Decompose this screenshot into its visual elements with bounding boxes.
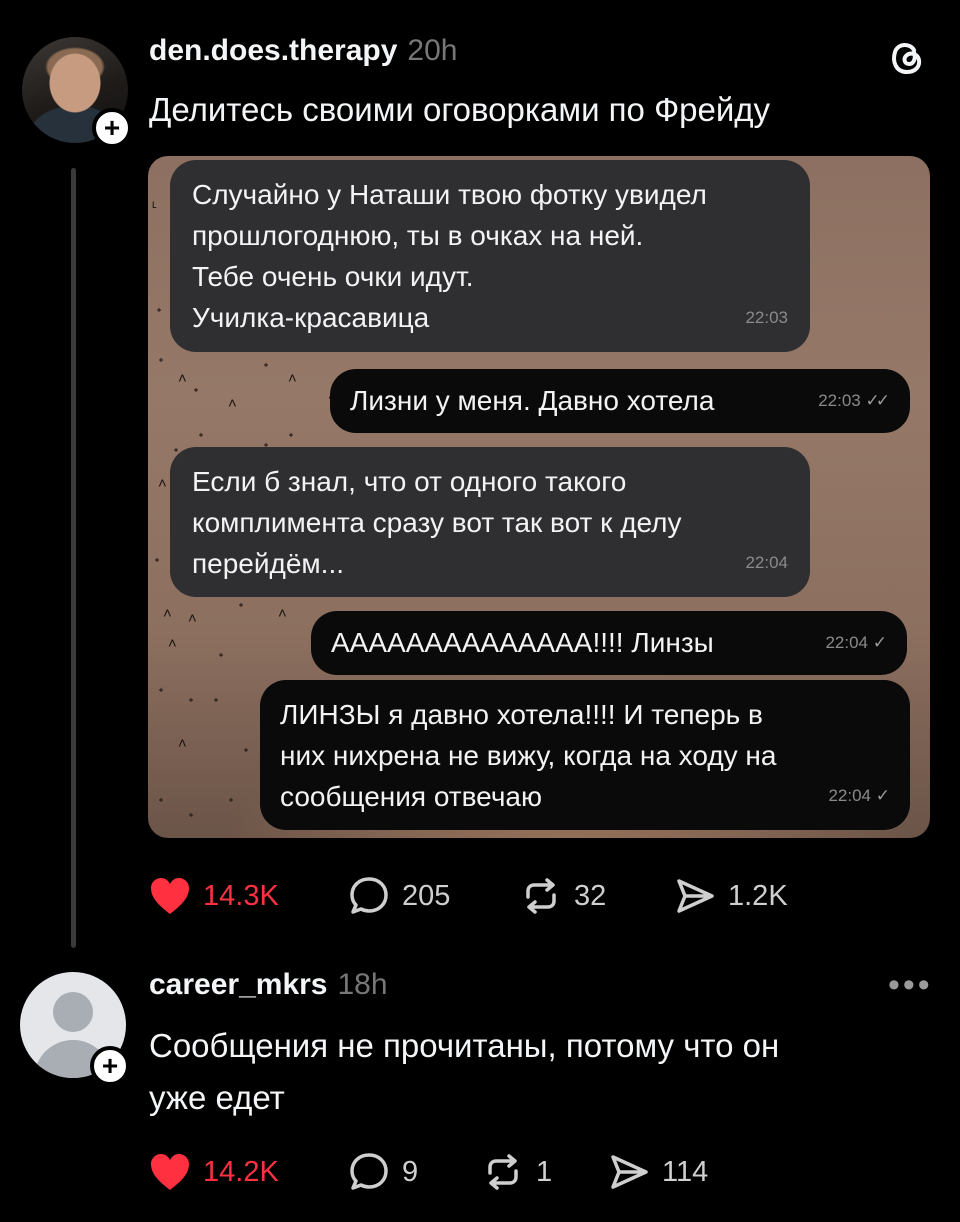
share-count: 114 — [662, 1155, 709, 1188]
post-text-line: уже едет — [149, 1079, 285, 1116]
post-header: den.does.therapy 20h — [149, 34, 457, 74]
message-line: перейдём... — [192, 548, 345, 579]
like-count: 14.2K — [203, 1155, 279, 1188]
heart-icon — [151, 878, 189, 914]
reply-count: 205 — [402, 879, 451, 912]
message-line: ЛИНЗЫ я давно хотела!!!! И теперь в — [280, 699, 763, 730]
like-button[interactable]: 14.2K — [149, 1150, 279, 1194]
chat-message-outgoing: Лизни у меня. Давно хотела 22:03 ✓✓ — [330, 369, 910, 433]
post-time: 18h — [337, 968, 388, 1001]
follow-plus-icon[interactable]: + — [90, 1046, 130, 1086]
heart-icon — [151, 1154, 189, 1190]
follow-plus-icon[interactable]: + — [92, 108, 132, 148]
repost-button[interactable]: 32 — [520, 874, 606, 918]
post-time: 20h — [407, 34, 458, 67]
share-button[interactable]: 114 — [608, 1150, 708, 1194]
like-button[interactable]: 14.3K — [149, 874, 279, 918]
message-line: Училка-красавица — [192, 302, 430, 333]
double-check-icon: ✓✓ — [865, 391, 890, 410]
username[interactable]: career_mkrs — [149, 968, 328, 1002]
share-icon — [611, 1155, 648, 1189]
post-text: Делитесь своими оговорками по Фрейду — [149, 91, 771, 128]
username[interactable]: den.does.therapy — [149, 34, 397, 68]
share-count: 1.2K — [728, 879, 788, 912]
message-line: Лизни у меня. Давно хотела — [350, 385, 715, 416]
message-line: Тебе очень очки идут. — [192, 261, 474, 292]
thread-line — [71, 168, 76, 948]
message-line: сообщения отвечаю — [280, 781, 542, 812]
reply-button[interactable]: 9 — [348, 1150, 418, 1194]
repost-count: 32 — [574, 879, 607, 912]
check-icon: ✓ — [875, 786, 890, 805]
like-count: 14.3K — [203, 879, 279, 912]
message-time: 22:04 — [828, 786, 872, 805]
message-line: комплимента сразу вот так вот к делу — [192, 507, 682, 538]
threads-logo-icon[interactable] — [884, 34, 930, 85]
chat-message-incoming: Если б знал, что от одного такого компли… — [170, 447, 810, 597]
message-line: них нихрена не вижу, когда на ходу на — [280, 740, 777, 771]
chat-screenshot-image[interactable]: ˪ ᐩ ᐩ ˄ ᐩ ˄ ᐩ ˄ ˄ ᐩ ᐩ ᐩ ᐩ ˄ ᐩ ˄ ˄ ᐩ ˄ ˄ … — [148, 156, 930, 838]
reply-button[interactable]: 205 — [348, 874, 450, 918]
message-time: 22:03 — [745, 308, 788, 327]
message-time: 22:04 — [825, 633, 869, 652]
post-header: career_mkrs 18h — [149, 968, 388, 1008]
message-line: Случайно у Наташи твою фотку увидел — [192, 179, 707, 210]
message-line: АААААААААААААА!!!! Линзы — [331, 627, 714, 658]
comment-icon — [350, 1153, 388, 1190]
message-line: прошлогоднюю, ты в очках на ней. — [192, 220, 644, 251]
repost-icon — [526, 878, 556, 914]
check-icon: ✓ — [872, 633, 887, 652]
share-button[interactable]: 1.2K — [674, 874, 788, 918]
message-time: 22:04 — [745, 553, 788, 572]
message-line: Если б знал, что от одного такого — [192, 466, 627, 497]
post-text: Сообщения не прочитаны, потому что он уж… — [149, 1020, 779, 1124]
post-text-line: Сообщения не прочитаны, потому что он — [149, 1027, 780, 1064]
chat-message-outgoing: ЛИНЗЫ я давно хотела!!!! И теперь в них … — [260, 680, 910, 830]
repost-button[interactable]: 1 — [482, 1150, 552, 1194]
chat-message-incoming: Случайно у Наташи твою фотку увидел прош… — [170, 160, 810, 352]
message-time: 22:03 — [818, 391, 861, 410]
comment-icon — [350, 877, 388, 914]
repost-icon — [488, 1154, 518, 1190]
repost-count: 1 — [536, 1155, 553, 1188]
chat-message-outgoing: АААААААААААААА!!!! Линзы 22:04 ✓ — [311, 611, 907, 675]
share-icon — [677, 879, 714, 913]
more-icon[interactable]: ••• — [888, 966, 933, 1005]
reply-count: 9 — [402, 1155, 419, 1188]
